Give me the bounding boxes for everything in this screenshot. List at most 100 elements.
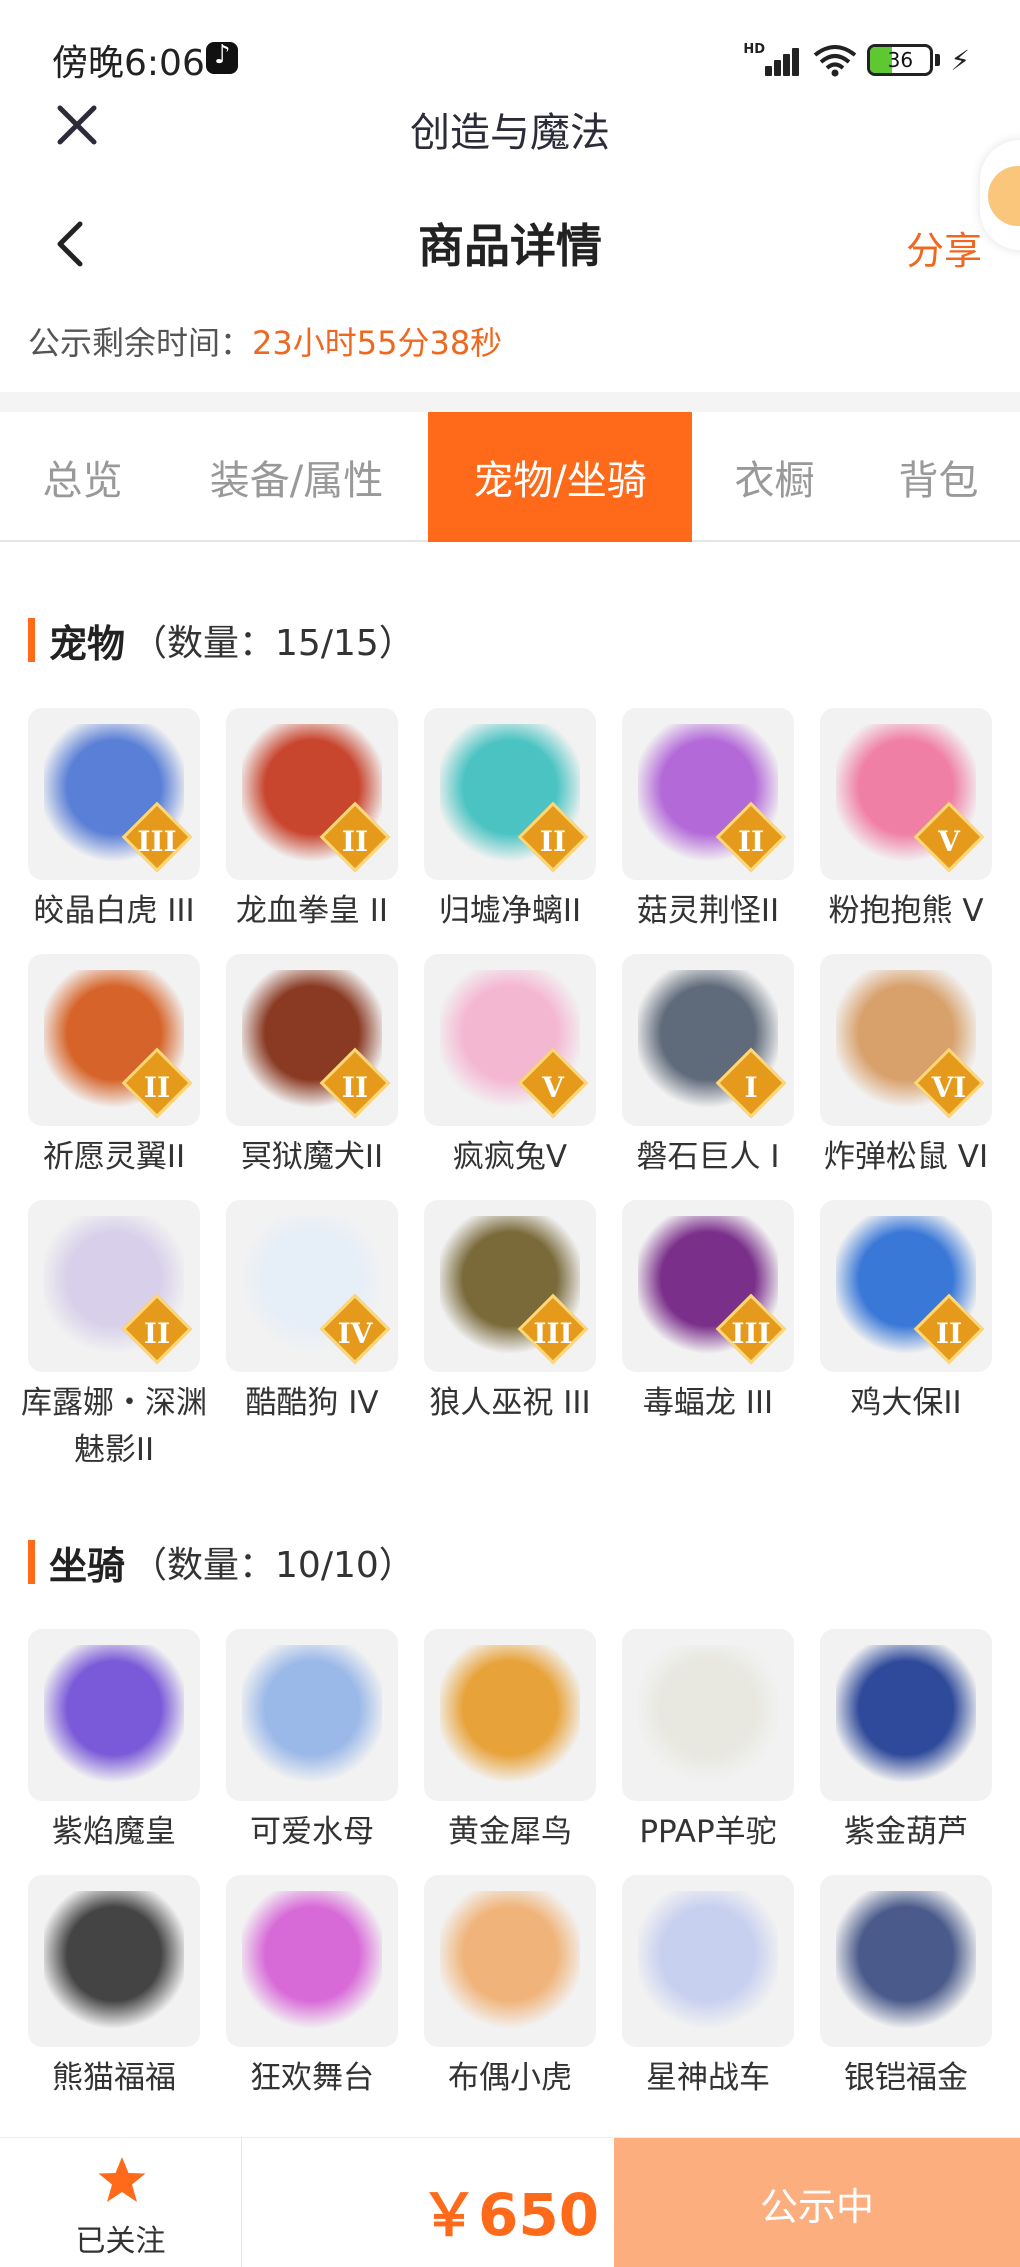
mount-item[interactable]: 黄金犀鸟: [424, 1629, 596, 1856]
status-icons: HD 36 ⚡: [743, 40, 970, 80]
tab-equipment[interactable]: 装备/属性: [165, 412, 428, 542]
pet-item[interactable]: VI 炸弹松鼠 VI: [820, 954, 992, 1181]
pet-name: 菇灵荆怪II: [636, 893, 780, 929]
pet-name: 归墟净螭II: [438, 893, 582, 929]
pet-image: II: [820, 1200, 992, 1372]
tab-backpack[interactable]: 背包: [857, 412, 1020, 542]
rank-text: III: [137, 825, 177, 858]
mount-name: 黄金犀鸟: [448, 1814, 572, 1850]
pet-image: II: [226, 708, 398, 880]
mount-item[interactable]: PPAP羊驼: [622, 1629, 794, 1856]
rank-text: II: [935, 1317, 963, 1350]
rank-text: II: [143, 1317, 171, 1350]
follow-label: 已关注: [75, 2224, 166, 2259]
pet-item[interactable]: V 粉抱抱熊 V: [820, 708, 992, 935]
tiktok-icon: [206, 40, 238, 74]
mount-item[interactable]: 布偶小虎: [424, 1875, 596, 2102]
share-button[interactable]: 分享: [906, 220, 982, 275]
charging-icon: ⚡: [950, 43, 970, 77]
pet-name: 库露娜・深渊魅影II: [21, 1385, 207, 1468]
pet-name: 疯疯兔V: [452, 1139, 568, 1175]
pet-image: II: [622, 708, 794, 880]
mount-image: [622, 1875, 794, 2047]
mount-name: 可爱水母: [250, 1814, 374, 1850]
pet-name: 毒蝠龙 III: [642, 1385, 774, 1421]
countdown-value: 23小时55分38秒: [252, 324, 503, 362]
mount-image: [28, 1629, 200, 1801]
wifi-icon: [814, 45, 857, 77]
pet-item[interactable]: II 祈愿灵翼II: [28, 954, 200, 1181]
mount-image: [28, 1875, 200, 2047]
mount-item[interactable]: 狂欢舞台: [226, 1875, 398, 2102]
section-name: 宠物: [49, 621, 126, 666]
status-time: 傍晚6:06: [52, 43, 205, 84]
pet-item[interactable]: II 冥狱魔犬II: [226, 954, 398, 1181]
section-count: （数量：15/15）: [131, 623, 415, 664]
pet-image: I: [622, 954, 794, 1126]
mount-image: [226, 1875, 398, 2047]
pet-image: II: [226, 954, 398, 1126]
pet-image: II: [28, 1200, 200, 1372]
mount-name: 星神战车: [646, 2060, 770, 2096]
divider: [0, 392, 1020, 412]
pet-image: IV: [226, 1200, 398, 1372]
mount-name: 熊猫福福: [52, 2060, 176, 2096]
mount-name: 狂欢舞台: [250, 2060, 374, 2096]
tab-overview[interactable]: 总览: [0, 412, 165, 542]
countdown: 公示剩余时间：23小时55分38秒: [28, 318, 502, 364]
rank-text: III: [731, 1317, 771, 1350]
pet-item[interactable]: III 毒蝠龙 III: [622, 1200, 794, 1427]
mount-name: 银铠福金: [844, 2060, 968, 2096]
battery-level: 36: [887, 48, 914, 72]
mount-item[interactable]: 熊猫福福: [28, 1875, 200, 2102]
mount-item[interactable]: 紫金葫芦: [820, 1629, 992, 1856]
pet-image: VI: [820, 954, 992, 1126]
pet-item[interactable]: IV 酷酷狗 IV: [226, 1200, 398, 1427]
mount-name: PPAP羊驼: [639, 1814, 777, 1850]
mount-image: [424, 1875, 596, 2047]
mount-image: [226, 1629, 398, 1801]
pet-item[interactable]: I 磐石巨人 I: [622, 954, 794, 1181]
mount-name: 紫金葫芦: [844, 1814, 968, 1850]
page-title: 商品详情: [418, 219, 602, 273]
mount-item[interactable]: 银铠福金: [820, 1875, 992, 2102]
mount-name: 紫焰魔皇: [52, 1814, 176, 1850]
section-name: 坐骑: [49, 1543, 126, 1588]
pet-item[interactable]: III 皎晶白虎 III: [28, 708, 200, 935]
rank-text: II: [737, 825, 765, 858]
pet-name: 冥狱魔犬II: [240, 1139, 384, 1175]
mount-item[interactable]: 可爱水母: [226, 1629, 398, 1856]
mount-item[interactable]: 紫焰魔皇: [28, 1629, 200, 1856]
mount-item[interactable]: 星神战车: [622, 1875, 794, 2102]
pets-section-title: 宠物 （数量：15/15）: [28, 615, 415, 666]
tab-bar: 总览 装备/属性 宠物/坐骑 衣橱 背包: [0, 412, 1020, 542]
pet-image: III: [424, 1200, 596, 1372]
pet-item[interactable]: III 狼人巫祝 III: [424, 1200, 596, 1427]
pet-image: II: [28, 954, 200, 1126]
follow-button[interactable]: 已关注: [0, 2138, 242, 2267]
pet-item[interactable]: II 归墟净螭II: [424, 708, 596, 935]
mount-image: [622, 1629, 794, 1801]
publicity-status-button[interactable]: 公示中: [614, 2138, 1020, 2267]
pet-item[interactable]: II 鸡大保II: [820, 1200, 992, 1427]
rank-text: VI: [931, 1071, 967, 1104]
pet-name: 粉抱抱熊 V: [828, 893, 984, 929]
star-icon: [98, 2157, 146, 2202]
rank-text: I: [744, 1071, 758, 1104]
tab-wardrobe[interactable]: 衣橱: [692, 412, 857, 542]
pet-name: 皎晶白虎 III: [33, 893, 195, 929]
pet-name: 酷酷狗 IV: [245, 1385, 379, 1421]
section-count: （数量：10/10）: [131, 1545, 415, 1586]
pet-name: 祈愿灵翼II: [42, 1139, 186, 1175]
pet-image: V: [820, 708, 992, 880]
battery-icon: 36: [867, 44, 934, 76]
countdown-label: 公示剩余时间：: [28, 324, 253, 362]
pet-item[interactable]: V 疯疯兔V: [424, 954, 596, 1181]
rank-text: II: [341, 825, 369, 858]
tab-pets-mounts[interactable]: 宠物/坐骑: [428, 412, 692, 542]
pet-item[interactable]: II 库露娜・深渊魅影II: [21, 1200, 207, 1474]
pet-name: 磐石巨人 I: [636, 1139, 780, 1175]
pet-item[interactable]: II 龙血拳皇 II: [226, 708, 398, 935]
mounts-section-title: 坐骑 （数量：10/10）: [28, 1537, 415, 1588]
pet-item[interactable]: II 菇灵荆怪II: [622, 708, 794, 935]
